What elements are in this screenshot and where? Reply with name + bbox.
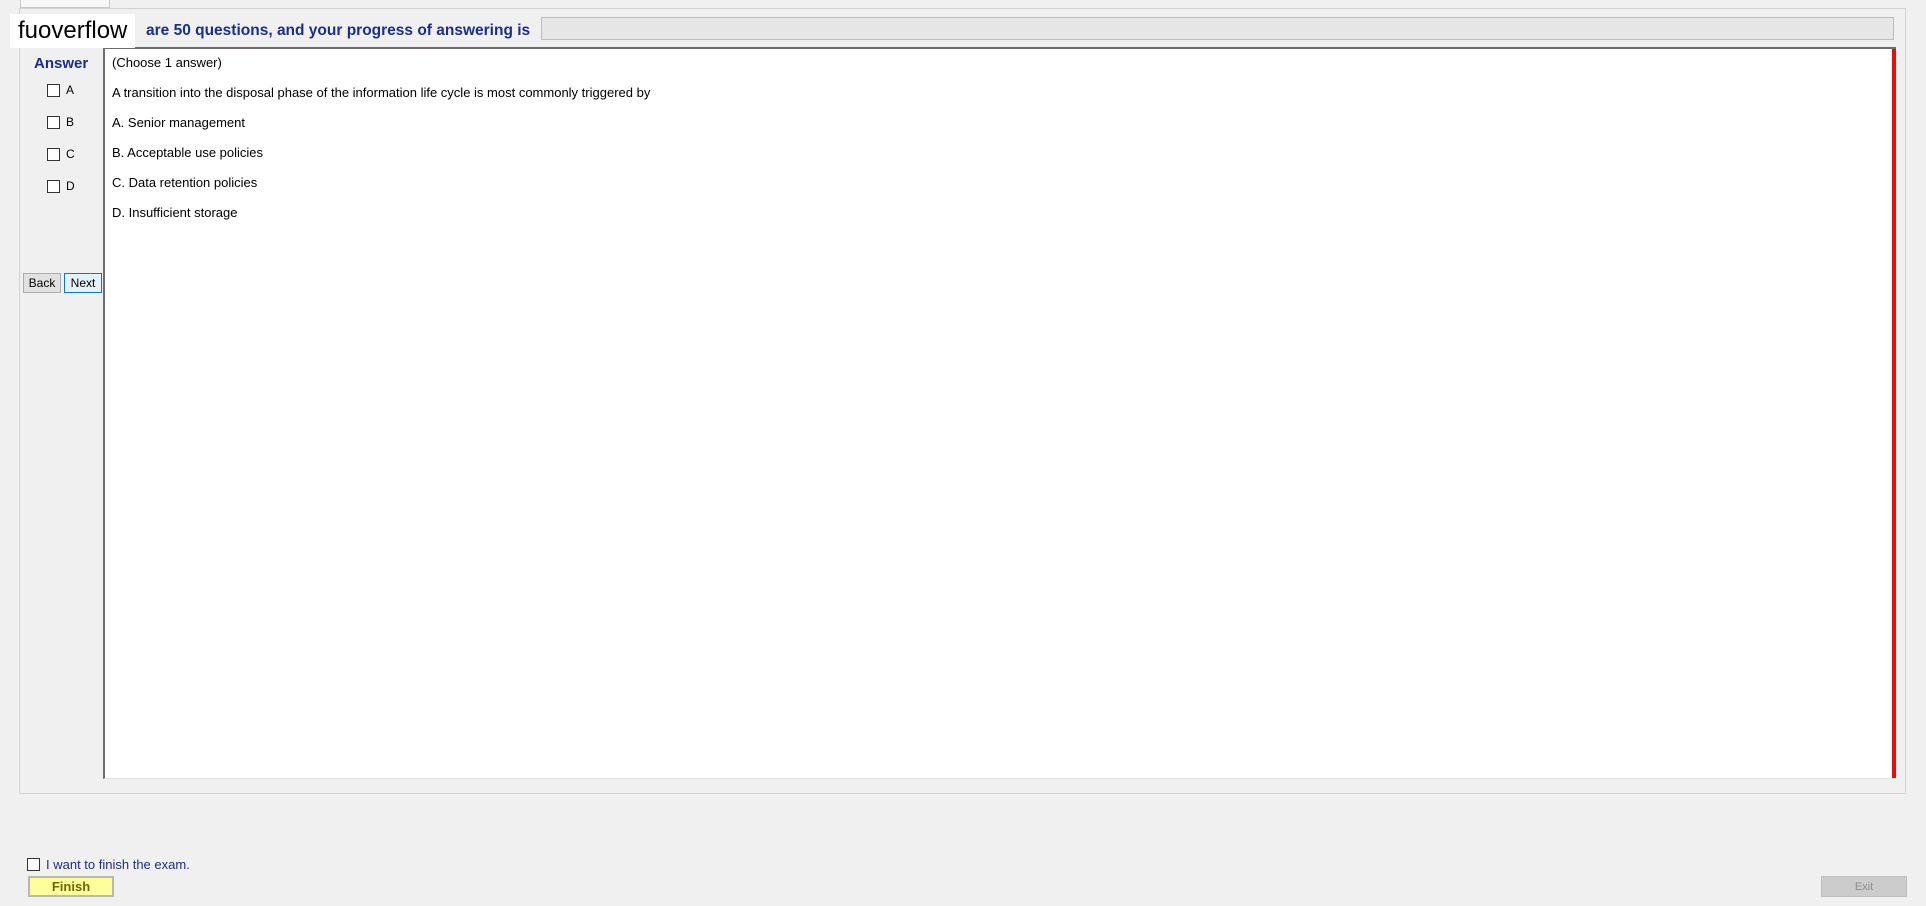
answer-option-d[interactable]: D	[47, 179, 75, 193]
exam-window: fuoverflow are 50 questions, and your pr…	[0, 0, 1926, 906]
question-text: A transition into the disposal phase of …	[112, 85, 651, 100]
exit-button[interactable]: Exit	[1821, 876, 1907, 897]
answer-option-b[interactable]: B	[47, 115, 74, 129]
finish-exam-checkbox[interactable]	[27, 858, 40, 871]
answer-option-label: B	[66, 115, 75, 129]
answer-option-c[interactable]: C	[47, 147, 75, 161]
back-button[interactable]: Back	[23, 273, 61, 293]
choice-c: C. Data retention policies	[112, 175, 258, 190]
progress-bar	[541, 17, 1894, 40]
next-button[interactable]: Next	[64, 273, 102, 293]
answer-option-a[interactable]: A	[47, 83, 74, 97]
question-panel: (Choose 1 answer) A transition into the …	[103, 47, 1896, 779]
question-instruction: (Choose 1 answer)	[112, 55, 222, 70]
checkbox-b[interactable]	[47, 115, 60, 129]
checkbox-d[interactable]	[47, 179, 60, 193]
checkbox-a[interactable]	[47, 83, 60, 97]
finish-exam-label: I want to finish the exam.	[46, 857, 190, 872]
checkbox-c[interactable]	[47, 147, 60, 161]
answer-option-label: A	[66, 83, 75, 97]
choice-a: A. Senior management	[112, 115, 245, 130]
tab-stub[interactable]	[20, 0, 110, 8]
answer-option-label: C	[66, 147, 75, 161]
watermark: fuoverflow	[10, 14, 136, 48]
red-rail	[1892, 49, 1896, 778]
finish-button[interactable]: Finish	[28, 876, 114, 897]
choice-b: B. Acceptable use policies	[112, 145, 264, 160]
answer-title: Answer	[34, 55, 89, 72]
choice-d: D. Insufficient storage	[112, 205, 238, 220]
progress-text: are 50 questions, and your progress of a…	[146, 22, 531, 39]
answer-option-label: D	[66, 179, 75, 193]
finish-exam-check[interactable]: I want to finish the exam.	[27, 857, 190, 872]
